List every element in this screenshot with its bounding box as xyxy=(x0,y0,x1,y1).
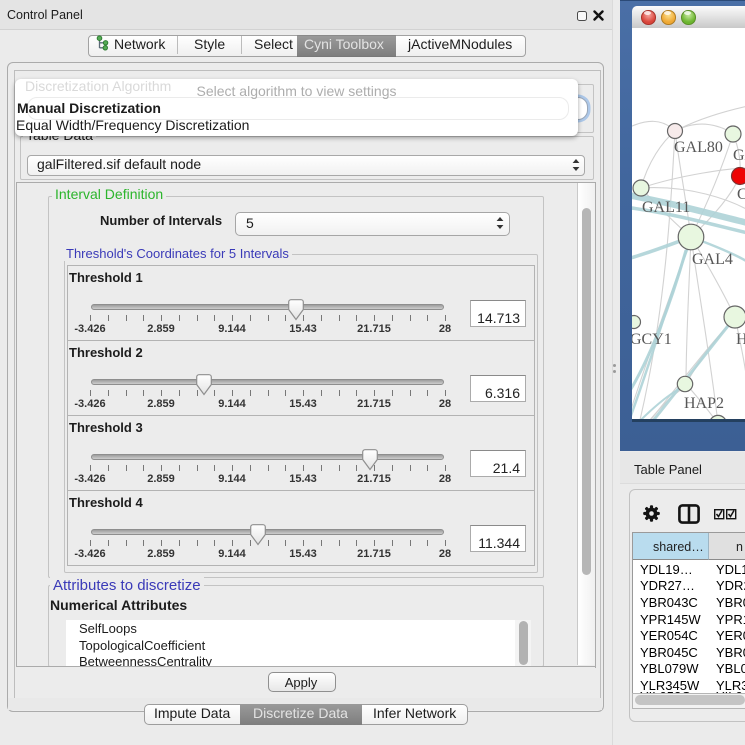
svg-text:HAP2: HAP2 xyxy=(684,395,724,412)
svg-text:GAL4: GAL4 xyxy=(692,251,733,268)
svg-text:C: C xyxy=(737,186,745,203)
svg-text:GA: GA xyxy=(733,147,745,164)
svg-text:H: H xyxy=(736,331,745,348)
svg-text:GCY1: GCY1 xyxy=(632,331,672,348)
svg-text:GAL80: GAL80 xyxy=(674,139,723,156)
svg-text:GAL11: GAL11 xyxy=(642,199,690,216)
